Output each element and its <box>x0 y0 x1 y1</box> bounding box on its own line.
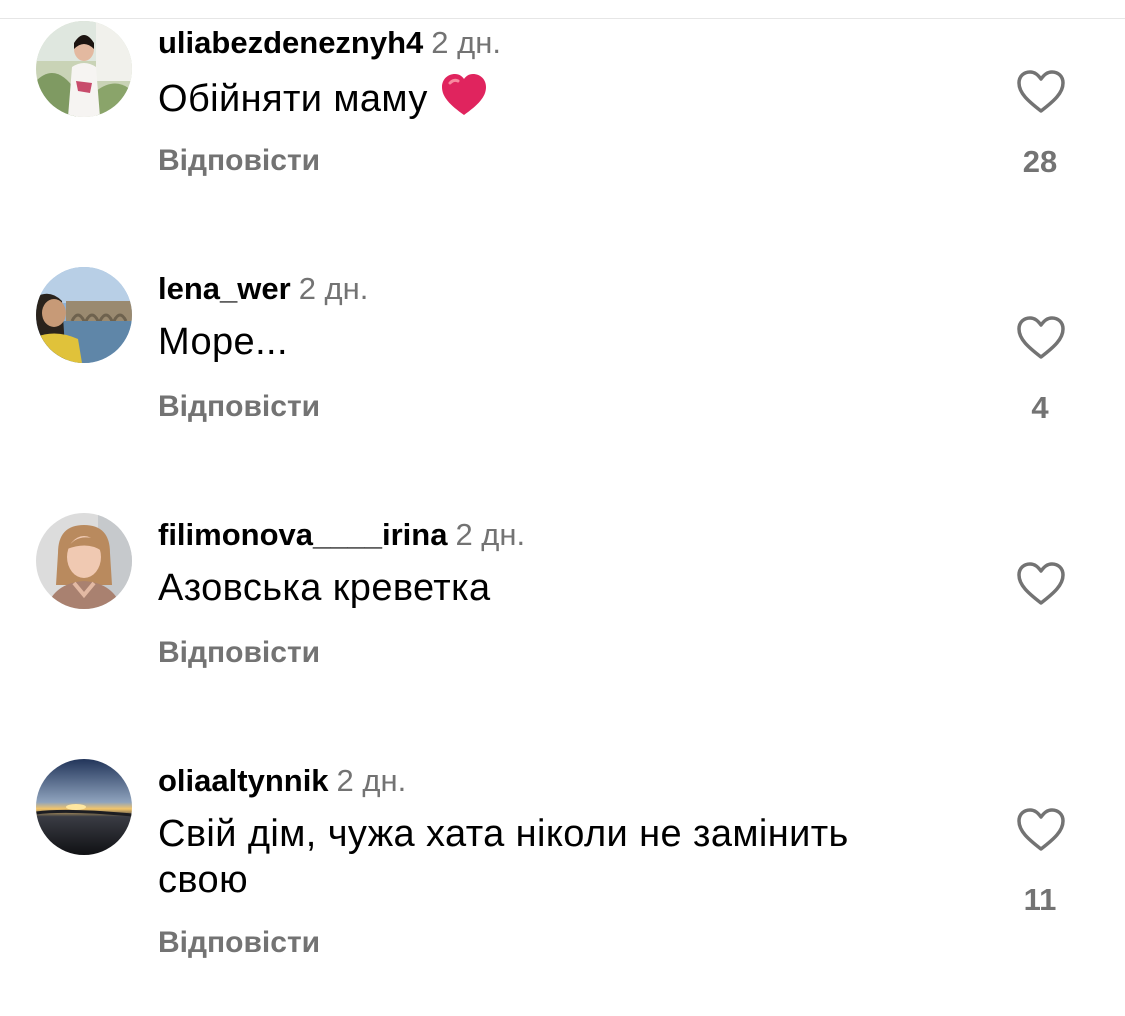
avatar[interactable] <box>36 759 132 855</box>
reply-button[interactable]: Відповісти <box>158 925 320 961</box>
heart-outline-icon <box>1017 808 1065 851</box>
comment-text-content: Обійняти маму <box>158 78 428 120</box>
heart-outline-icon <box>1017 562 1065 605</box>
reply-button[interactable]: Відповісти <box>158 143 320 179</box>
red-heart-emoji-icon <box>440 73 488 128</box>
comment-time: 2 дн. <box>298 271 369 306</box>
comment-text: Море... <box>158 319 958 365</box>
comment-meta: filimonova____irina 2 дн. <box>158 517 525 553</box>
comment-username[interactable]: uliabezdeneznyh4 <box>158 25 423 60</box>
reply-button[interactable]: Відповісти <box>158 635 320 671</box>
like-button[interactable] <box>1016 315 1066 361</box>
likes-count[interactable]: 28 <box>990 144 1090 180</box>
comment-meta: uliabezdeneznyh4 2 дн. <box>158 25 501 61</box>
heart-outline-icon <box>1017 316 1065 359</box>
avatar[interactable] <box>36 21 132 117</box>
comment-username[interactable]: lena_wer <box>158 271 291 306</box>
comment-username[interactable]: filimonova____irina <box>158 517 447 552</box>
comment-time: 2 дн. <box>455 517 526 552</box>
top-divider <box>0 18 1125 19</box>
heart-outline-icon <box>1017 70 1065 113</box>
comment-text: Обійняти маму <box>158 73 958 128</box>
avatar[interactable] <box>36 267 132 363</box>
comment-text: Азовська креветка <box>158 565 958 611</box>
comment-text: Свій дім, чужа хата ніколи не замінить с… <box>158 811 918 903</box>
like-button[interactable] <box>1016 69 1066 115</box>
comment-text-content: Свій дім, чужа хата ніколи не замінить с… <box>158 813 849 901</box>
comment-meta: oliaaltynnik 2 дн. <box>158 763 406 799</box>
avatar[interactable] <box>36 513 132 609</box>
likes-count[interactable]: 11 <box>990 882 1090 918</box>
comment-username[interactable]: oliaaltynnik <box>158 763 329 798</box>
comment-text-content: Море... <box>158 321 288 363</box>
like-button[interactable] <box>1016 561 1066 607</box>
comment-time: 2 дн. <box>431 25 501 60</box>
reply-button[interactable]: Відповісти <box>158 389 320 425</box>
likes-count[interactable]: 4 <box>990 390 1090 426</box>
comment-time: 2 дн. <box>336 763 407 798</box>
comment-meta: lena_wer 2 дн. <box>158 271 368 307</box>
like-button[interactable] <box>1016 807 1066 853</box>
comment-text-content: Азовська креветка <box>158 567 491 609</box>
